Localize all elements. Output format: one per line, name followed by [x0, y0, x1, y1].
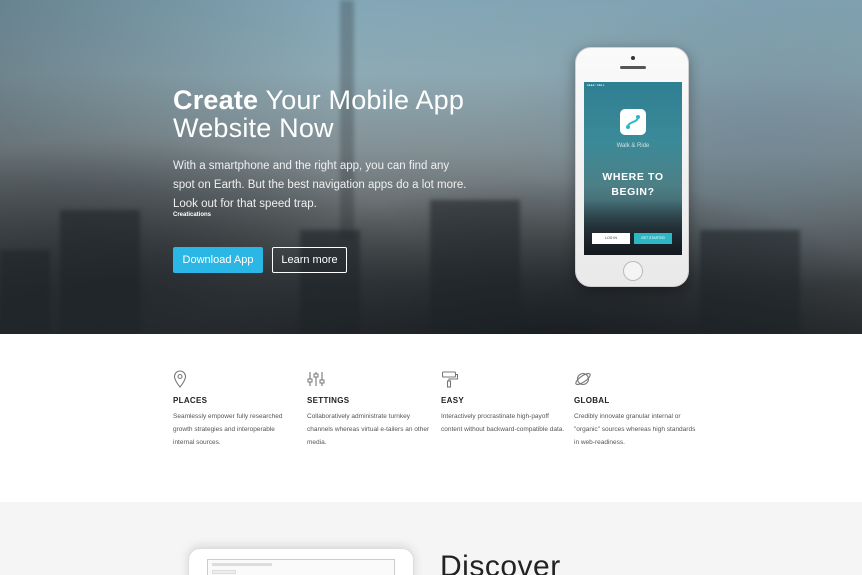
phone-speaker — [620, 66, 646, 69]
phone-mockup: ●●●●○ CELL Walk & Ride WHERE TO BEGIN? L… — [575, 47, 689, 287]
hero-credit: Creatications — [173, 212, 212, 218]
route-icon — [620, 109, 646, 135]
phone-screen: ●●●●○ CELL Walk & Ride WHERE TO BEGIN? L… — [584, 82, 682, 255]
hero-title: Create Your Mobile App Website Now — [173, 86, 503, 142]
tablet-search-field — [212, 570, 236, 574]
phone-home-button — [623, 261, 643, 281]
phone-camera — [631, 56, 635, 60]
background-building — [700, 230, 800, 334]
feature-text: Collaboratively administrate turnkey cha… — [307, 413, 430, 446]
discover-section: Discover — [0, 502, 862, 575]
feature-text: Seamlessly empower fully researched grow… — [173, 413, 283, 446]
hero-title-bold: Create — [173, 85, 259, 115]
feature-title: SETTINGS — [307, 396, 350, 405]
feature-text: Interactively procrastinate high-payoff … — [441, 413, 565, 433]
tablet-status-bar — [212, 563, 272, 566]
app-headline: WHERE TO BEGIN? — [602, 171, 664, 198]
features-section: PLACES Seamlessly empower fully research… — [0, 334, 862, 502]
app-get-started-button: GET STARTED — [634, 233, 672, 244]
background-building — [430, 200, 520, 334]
hero-description: With a smartphone and the right app, you… — [173, 160, 467, 210]
feature-settings: SETTINGS Collaboratively administrate tu… — [307, 370, 432, 449]
app-name: Walk & Ride — [616, 143, 650, 149]
paint-roller-icon — [441, 370, 566, 390]
background-building — [300, 230, 360, 334]
tablet-screen — [207, 559, 395, 575]
feature-global: GLOBAL Credibly innovate granular intern… — [574, 370, 699, 449]
feature-text: Credibly innovate granular internal or "… — [574, 413, 696, 446]
map-pin-icon — [173, 370, 298, 390]
phone-status-bar: ●●●●○ CELL — [587, 83, 605, 87]
app-login-button: LOG IN — [592, 233, 630, 244]
feature-easy: EASY Interactively procrastinate high-pa… — [441, 370, 566, 436]
learn-more-button[interactable]: Learn more — [272, 247, 347, 273]
background-building — [0, 250, 50, 334]
hero-section: Create Your Mobile App Website Now With … — [0, 0, 862, 334]
app-city-image — [584, 200, 682, 255]
feature-title: GLOBAL — [574, 396, 610, 405]
planet-icon — [574, 370, 699, 390]
tablet-mockup — [188, 548, 414, 575]
sliders-icon — [307, 370, 432, 390]
feature-title: PLACES — [173, 396, 208, 405]
feature-title: EASY — [441, 396, 464, 405]
background-building — [60, 210, 140, 334]
feature-places: PLACES Seamlessly empower fully research… — [173, 370, 298, 449]
discover-title: Discover — [440, 550, 561, 575]
download-app-button[interactable]: Download App — [173, 247, 263, 273]
